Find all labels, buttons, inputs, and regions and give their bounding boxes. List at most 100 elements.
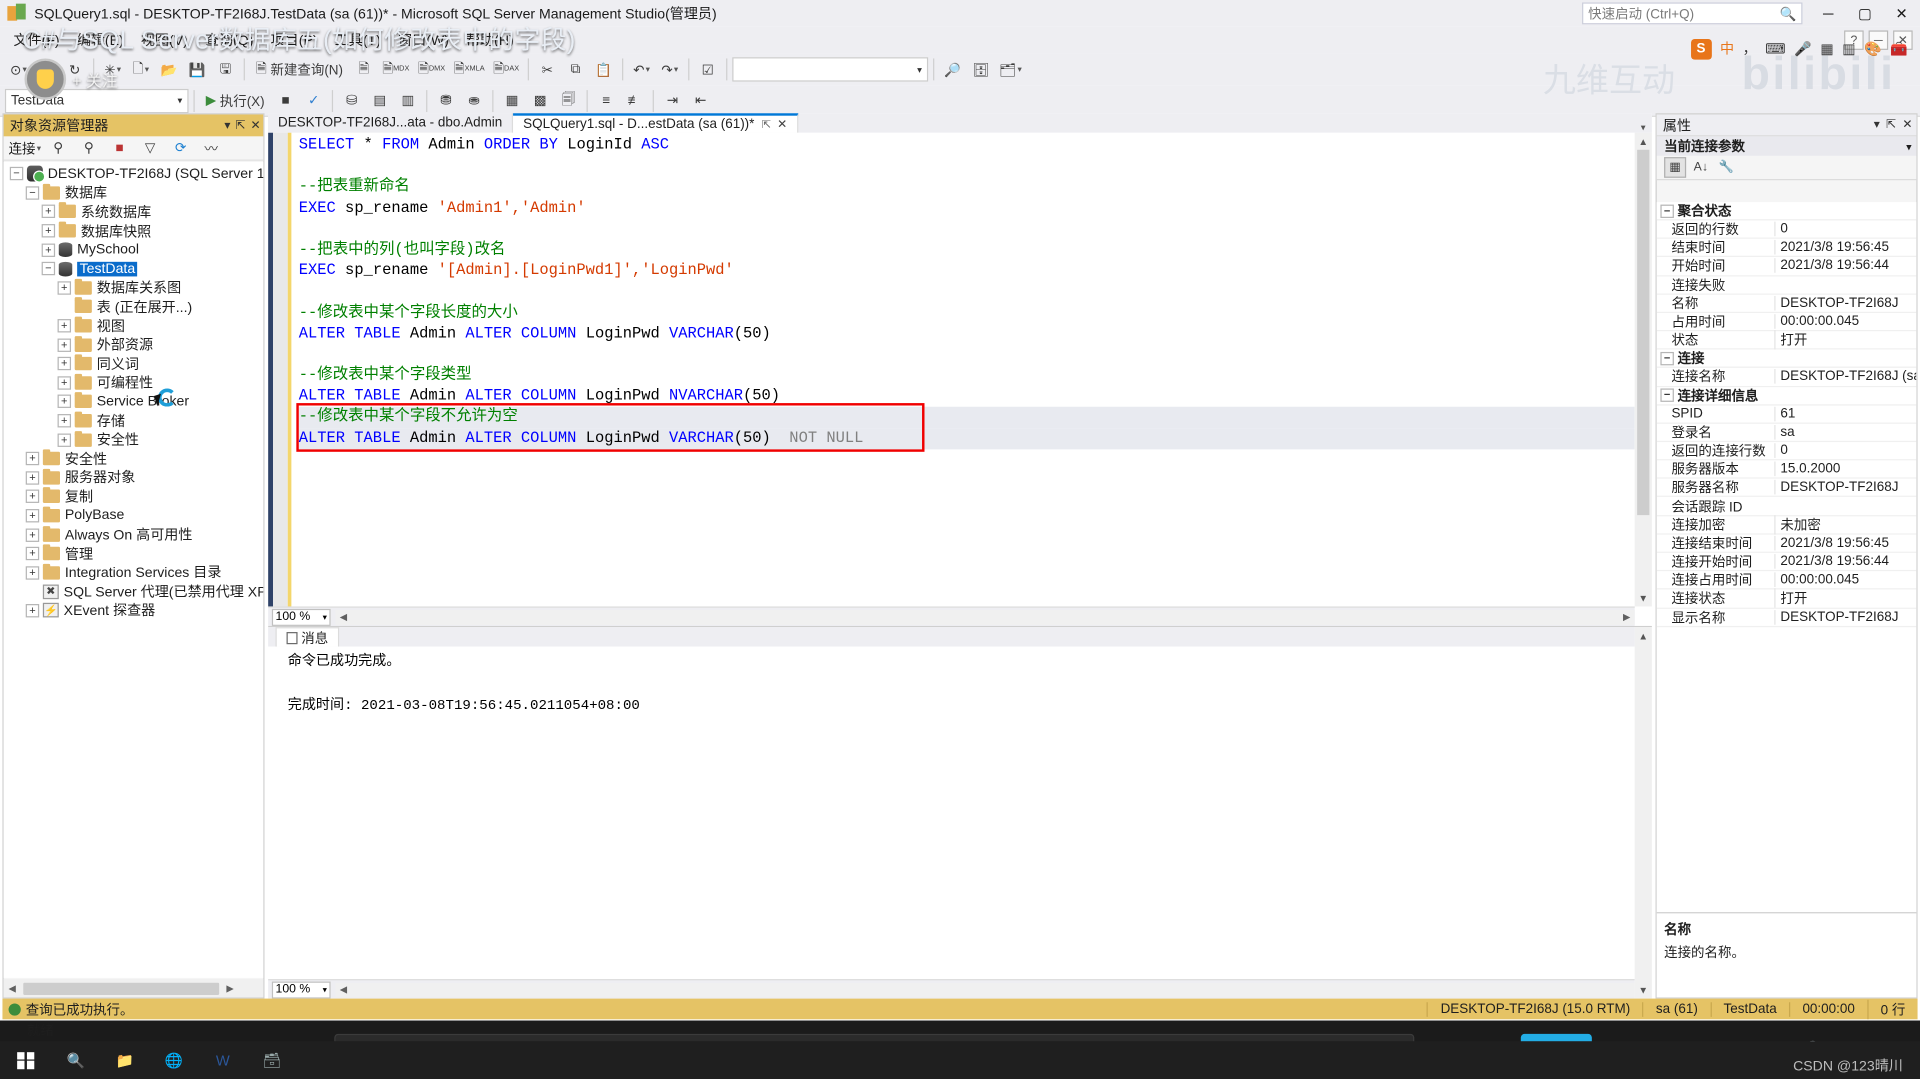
tree-item[interactable]: + 安全性 — [4, 430, 264, 449]
property-value[interactable]: 61 — [1774, 406, 1916, 421]
save-icon[interactable]: 💾 — [184, 56, 211, 83]
new-mdx-query-icon[interactable]: 🗎 MDX — [379, 56, 414, 83]
expand-icon[interactable]: + — [57, 281, 72, 295]
property-value[interactable]: 2021/3/8 19:56:45 — [1774, 535, 1916, 551]
hscroll-thumb[interactable] — [23, 982, 220, 995]
save-all-icon[interactable]: 🖫 — [212, 56, 239, 83]
increase-indent-icon[interactable]: ⇤ — [687, 87, 714, 114]
avatar[interactable] — [24, 58, 67, 100]
expand-icon[interactable]: + — [57, 414, 72, 428]
tree-item[interactable]: + ⚡ XEvent 探查器 — [4, 601, 264, 620]
collapse-icon[interactable]: − — [1660, 351, 1674, 366]
pin-icon[interactable]: ⇱ — [1886, 118, 1896, 131]
tab-sqlquery1[interactable]: SQLQuery1.sql - D...estData (sa (61))* ⇱… — [513, 113, 799, 133]
property-value[interactable]: 2021/3/8 19:56:44 — [1774, 258, 1916, 274]
results-to-text-icon[interactable]: ▦ — [499, 87, 526, 114]
property-value[interactable]: 00:00:00.045 — [1774, 314, 1916, 329]
property-row[interactable]: 开始时间 2021/3/8 19:56:44 — [1656, 257, 1917, 276]
results-hscrollbar[interactable]: ◀ — [335, 982, 1635, 997]
tab-messages[interactable]: 消息 — [275, 627, 340, 647]
maximize-button[interactable]: ▢ — [1847, 0, 1884, 27]
tree-item[interactable]: + PolyBase — [4, 506, 264, 525]
object-explorer-hscrollbar[interactable]: ◀ ▶ — [3, 979, 264, 998]
expand-icon[interactable]: + — [25, 565, 40, 580]
property-category[interactable]: − 连接详细信息 — [1656, 386, 1917, 405]
property-value[interactable]: 00:00:00.045 — [1774, 572, 1916, 588]
tree-item[interactable]: − 数据库 — [4, 183, 264, 202]
pin-icon[interactable]: ⇱ — [235, 119, 245, 132]
include-client-stats-icon[interactable]: ⛃ — [432, 87, 459, 114]
expand-icon[interactable]: + — [57, 357, 72, 371]
expand-icon[interactable]: + — [25, 547, 40, 561]
scroll-right-icon[interactable]: ▶ — [222, 983, 239, 994]
property-row[interactable]: 状态 打开 — [1656, 330, 1917, 350]
property-value[interactable]: 未加密 — [1774, 514, 1916, 535]
object-explorer-icon[interactable]: 🗂 ▾ — [995, 56, 1025, 83]
properties-grid[interactable]: − 聚合状态 返回的行数 0 结束时间 2021/3/8 19:56:45 开始时间 2021… — [1656, 202, 1917, 913]
vscroll-thumb[interactable] — [1637, 149, 1650, 516]
new-query-button[interactable]: 🗎 新建查询(N) — [250, 56, 349, 83]
search-icon[interactable]: 🔍 — [51, 1041, 100, 1079]
tree-item[interactable]: + 服务器对象 — [4, 468, 264, 487]
display-estimated-plan-icon[interactable]: ⛁ — [338, 87, 365, 114]
expand-icon[interactable]: + — [25, 471, 40, 485]
editor-hscrollbar[interactable]: ◀ ▶ — [335, 609, 1635, 625]
ime-translate-icon[interactable]: ▥ — [1842, 40, 1855, 58]
ime-punctuation-icon[interactable]: ， — [1743, 39, 1757, 58]
include-actual-plan-icon[interactable]: ▥ — [394, 87, 421, 114]
activity-monitor-icon[interactable]: 〰 — [198, 135, 225, 162]
chevron-down-icon[interactable]: ▾ — [1874, 118, 1880, 131]
tree-item[interactable]: + 数据库关系图 — [4, 278, 264, 297]
word-icon[interactable]: W — [198, 1041, 247, 1079]
redo-icon[interactable]: ↷ ▾ — [656, 56, 683, 83]
connect-dropdown-button[interactable]: 连接 ▾ — [9, 138, 41, 157]
expand-icon[interactable]: + — [25, 528, 40, 542]
object-explorer-tree[interactable]: − DESKTOP-TF2I68J (SQL Server 15.0− 数据库 + 系统… — [3, 161, 264, 978]
chevron-down-icon[interactable]: ▾ — [323, 985, 327, 995]
property-row[interactable]: SPID 61 — [1656, 405, 1917, 424]
property-row[interactable]: 连接失败 — [1656, 276, 1917, 295]
collapse-icon[interactable]: − — [25, 186, 40, 200]
expand-icon[interactable]: + — [41, 243, 56, 257]
tree-item[interactable]: + Service Broker — [4, 392, 264, 411]
tree-item[interactable]: + 可编程性 — [4, 373, 264, 392]
expand-icon[interactable]: + — [57, 433, 72, 447]
query-options-icon[interactable]: ▤ — [366, 87, 393, 114]
property-value[interactable]: 打开 — [1774, 588, 1916, 609]
sql-editor[interactable]: SELECT * FROM Admin ORDER BY LoginId ASC… — [268, 132, 1652, 607]
decrease-indent-icon[interactable]: ⇥ — [659, 87, 686, 114]
tree-item[interactable]: ✖ SQL Server 代理(已禁用代理 XP) — [4, 582, 263, 601]
categorized-view-icon[interactable]: ▦ — [1664, 157, 1687, 178]
scroll-up-icon[interactable]: ▲ — [1635, 133, 1652, 150]
expand-icon[interactable]: + — [57, 395, 72, 409]
ime-voice-icon[interactable]: 🎤 — [1794, 40, 1812, 58]
tree-item[interactable]: + 外部资源 — [4, 335, 264, 354]
alphabetical-view-icon[interactable]: A↓ — [1690, 157, 1712, 178]
scroll-left-icon[interactable]: ◀ — [4, 983, 21, 994]
property-row[interactable]: 会话跟踪 ID — [1656, 497, 1917, 516]
new-dax-query-icon[interactable]: 🗎 DAX — [489, 56, 522, 83]
property-value[interactable]: sa — [1774, 424, 1916, 440]
close-icon[interactable]: ✕ — [1902, 118, 1912, 131]
connect-icon[interactable]: ⚲ — [45, 135, 72, 162]
property-value[interactable]: 0 — [1774, 443, 1916, 458]
pin-icon[interactable]: ⇱ — [762, 118, 771, 131]
property-value[interactable]: 2021/3/8 19:56:45 — [1774, 240, 1916, 255]
tree-item[interactable]: + MySchool — [4, 240, 264, 259]
chevron-down-icon[interactable]: ▾ — [224, 119, 230, 132]
quick-launch-input[interactable]: 快速启动 (Ctrl+Q) 🔍 — [1582, 2, 1803, 25]
expand-icon[interactable]: + — [25, 509, 40, 523]
tree-item[interactable]: + 系统数据库 — [4, 202, 264, 221]
expand-icon[interactable]: + — [25, 490, 40, 504]
find-icon[interactable]: 🔎 — [939, 56, 966, 83]
scroll-down-icon[interactable]: ▼ — [1635, 589, 1652, 606]
tree-item[interactable]: − DESKTOP-TF2I68J (SQL Server 15.0 — [4, 164, 263, 184]
property-row[interactable]: 连接开始时间 2021/3/8 19:56:44 — [1656, 553, 1917, 572]
parse-icon[interactable]: ✓ — [300, 87, 327, 114]
collapse-icon[interactable]: − — [1660, 388, 1674, 402]
collapse-icon[interactable]: − — [41, 262, 56, 276]
results-zoom-select[interactable]: 100 % ▾ — [271, 980, 331, 998]
property-row[interactable]: 连接结束时间 2021/3/8 19:56:45 — [1656, 534, 1917, 553]
results-to-grid-icon[interactable]: ▩ — [527, 87, 554, 114]
refresh-icon[interactable]: ⟳ — [167, 135, 194, 162]
